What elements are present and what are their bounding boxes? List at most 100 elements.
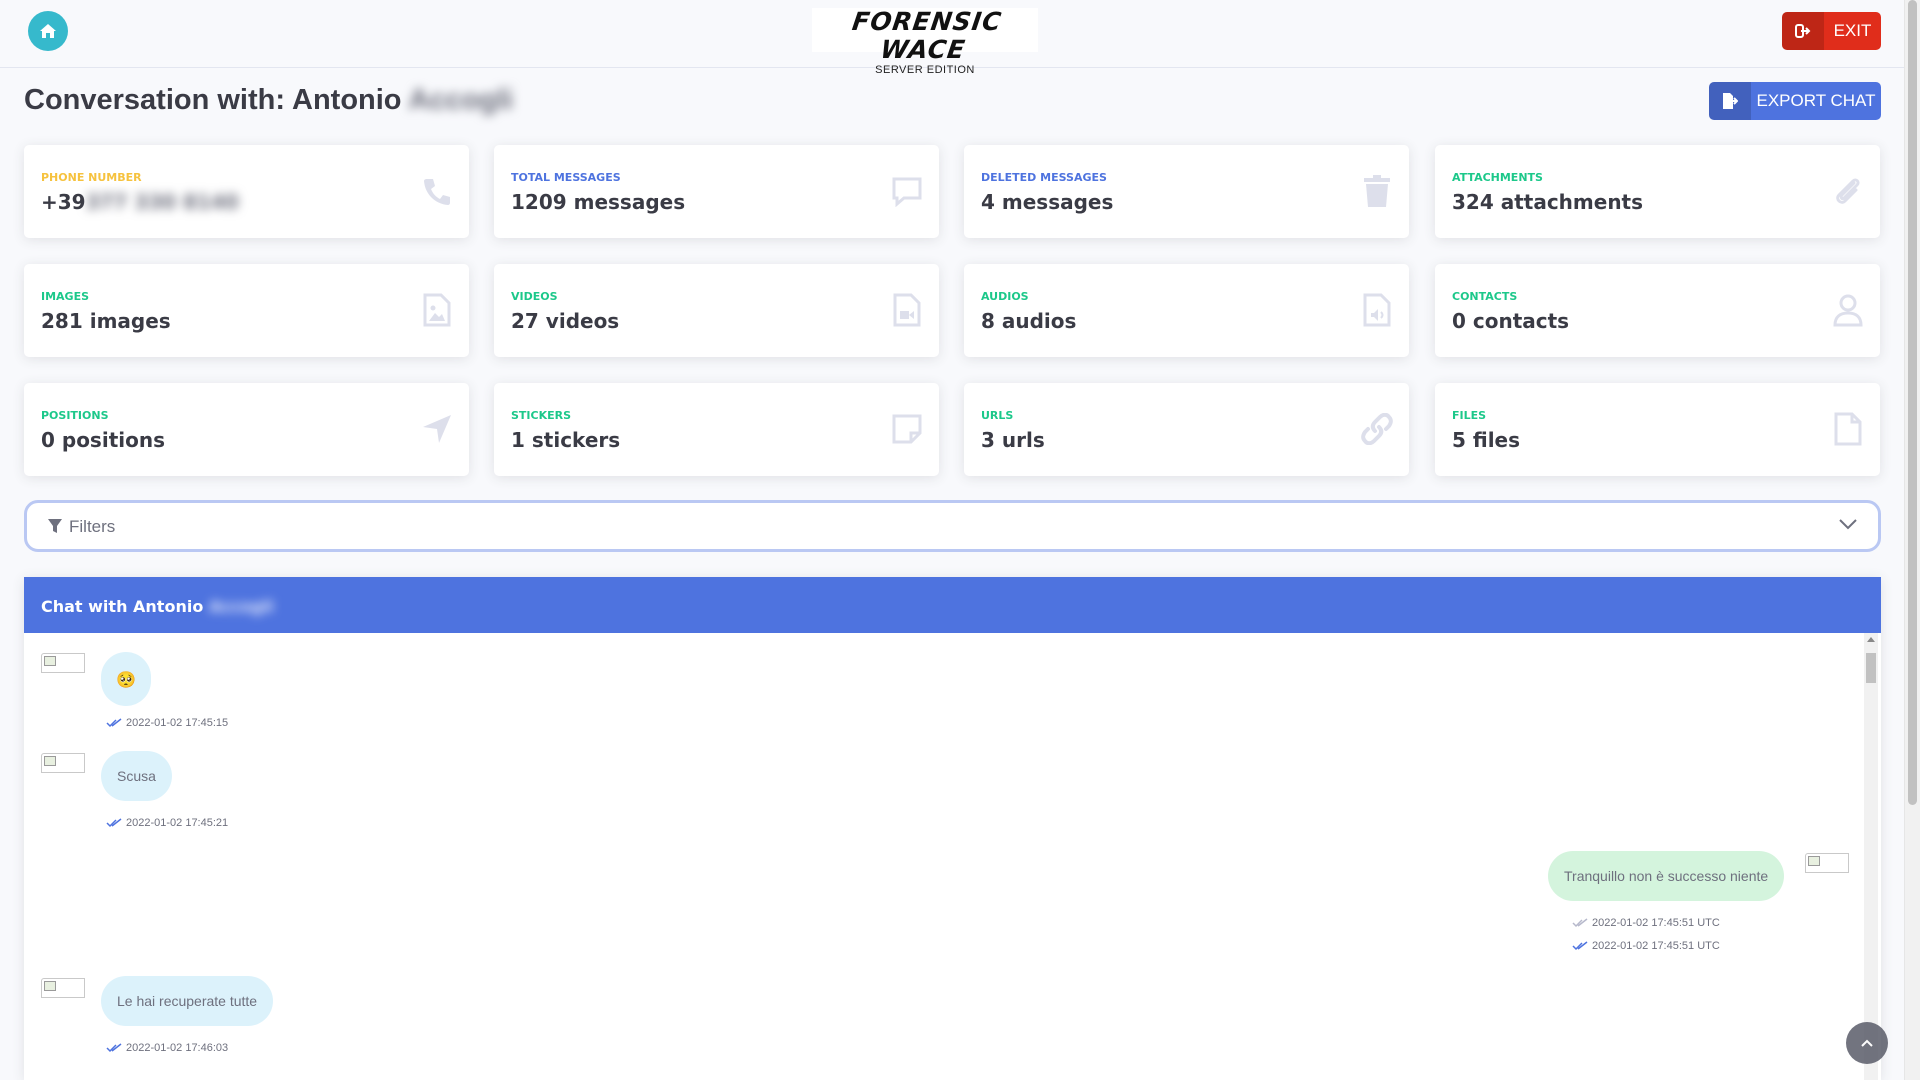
- avatar: [41, 653, 85, 673]
- location-arrow-icon: [419, 411, 455, 447]
- stat-card-attachments: ATTACHMENTS 324 attachments: [1435, 145, 1880, 238]
- stat-title: POSITIONS: [41, 409, 109, 422]
- link-icon: [1359, 411, 1395, 447]
- logo-title: FORENSIC WACE: [850, 7, 1004, 64]
- stat-value: 1 stickers: [511, 428, 621, 452]
- stat-value: 0 positions: [41, 428, 165, 452]
- stat-card-audios: AUDIOS 8 audios: [964, 264, 1409, 357]
- app-logo: FORENSIC WACE SERVER EDITION: [812, 7, 1038, 76]
- message-time: 2022-01-02 17:45:21: [126, 817, 229, 829]
- message-meta: 2022-01-02 17:45:51 UTC: [1572, 917, 1720, 929]
- message-bubble-incoming: Le hai recuperate tutte: [101, 976, 274, 1026]
- file-image-icon: [419, 292, 455, 328]
- stat-card-files: FILES 5 files: [1435, 383, 1880, 476]
- stat-value: 1209 messages: [511, 190, 686, 214]
- message-time: 2022-01-02 17:45:51 UTC: [1592, 940, 1720, 952]
- sign-out-icon: [1782, 12, 1824, 50]
- contact-last-name-redacted: Accogli: [408, 84, 514, 116]
- message-meta: 2022-01-02 17:45:15: [106, 717, 228, 729]
- chat-panel: Chat with Antonio Accogli 🥺 2022-01-02 1…: [24, 577, 1881, 1080]
- scroll-to-top-button[interactable]: [1846, 1022, 1888, 1064]
- file-audio-icon: [1359, 292, 1395, 328]
- page-title-prefix: Conversation with:: [24, 84, 286, 116]
- top-navbar: FORENSIC WACE SERVER EDITION EXIT: [0, 0, 1904, 76]
- filters-collapsible[interactable]: Filters: [24, 500, 1881, 552]
- message-bubble-incoming: 🥺: [101, 652, 151, 706]
- home-button[interactable]: [28, 11, 68, 51]
- stat-value: 281 images: [41, 309, 171, 333]
- stat-card-images: IMAGES 281 images: [24, 264, 469, 357]
- stat-title: AUDIOS: [981, 290, 1029, 303]
- message-meta: 2022-01-02 17:45:21: [106, 817, 228, 829]
- stat-title: CONTACTS: [1452, 290, 1518, 303]
- message-bubble-outgoing: Tranquillo non è successo niente: [1548, 851, 1785, 901]
- export-chat-button[interactable]: EXPORT CHAT: [1709, 82, 1881, 120]
- chat-scrollbar[interactable]: [1864, 633, 1878, 1080]
- sticky-note-icon: [889, 411, 925, 447]
- page-scrollbar-thumb[interactable]: [1908, 0, 1917, 805]
- stat-title: ATTACHMENTS: [1452, 171, 1543, 184]
- avatar: [41, 753, 85, 773]
- stat-value: 4 messages: [981, 190, 1114, 214]
- file-video-icon: [889, 292, 925, 328]
- double-check-icon: [106, 818, 122, 828]
- stat-title: FILES: [1452, 409, 1487, 422]
- stat-title: STICKERS: [511, 409, 572, 422]
- stat-title: URLS: [981, 409, 1014, 422]
- stat-value: 5 files: [1452, 428, 1521, 452]
- message-meta: 2022-01-02 17:46:03: [106, 1042, 228, 1054]
- stat-value: 3 urls: [981, 428, 1045, 452]
- message-bubble-incoming: Scusa: [101, 751, 172, 801]
- stat-title: TOTAL MESSAGES: [511, 171, 621, 184]
- message-meta: 2022-01-02 17:45:51 UTC: [1572, 940, 1720, 952]
- stat-value: +39377 330 8140: [41, 190, 239, 214]
- exit-button[interactable]: EXIT: [1782, 12, 1881, 50]
- emoji-text: 🥺: [116, 669, 136, 689]
- stat-title: DELETED MESSAGES: [981, 171, 1107, 184]
- chat-header: Chat with Antonio Accogli: [24, 577, 1881, 633]
- stat-card-contacts: CONTACTS 0 contacts: [1435, 264, 1880, 357]
- double-check-icon: [106, 1043, 122, 1053]
- phone-redacted: 377 330 8140: [85, 190, 239, 214]
- message-time: 2022-01-02 17:45:51 UTC: [1592, 917, 1720, 929]
- filters-label: Filters: [69, 517, 116, 536]
- filter-icon: [48, 519, 62, 533]
- comment-icon: [889, 173, 925, 209]
- contact-first-name: Antonio: [292, 84, 402, 116]
- double-check-icon: [106, 718, 122, 728]
- stat-card-total-messages: TOTAL MESSAGES 1209 messages: [494, 145, 939, 238]
- double-check-icon: [1572, 941, 1588, 951]
- stat-card-deleted-messages: DELETED MESSAGES 4 messages: [964, 145, 1409, 238]
- stat-card-positions: POSITIONS 0 positions: [24, 383, 469, 476]
- file-icon: [1830, 411, 1866, 447]
- stat-title: PHONE NUMBER: [41, 171, 142, 184]
- paperclip-icon: [1830, 173, 1866, 209]
- scroll-up-arrow-icon[interactable]: [1867, 637, 1875, 642]
- chat-header-redacted: Accogli: [208, 597, 274, 616]
- stat-card-phone: PHONE NUMBER +39377 330 8140: [24, 145, 469, 238]
- trash-icon: [1359, 173, 1395, 209]
- chat-scrollbar-thumb[interactable]: [1866, 653, 1876, 683]
- message-time: 2022-01-02 17:45:15: [126, 717, 229, 729]
- chevron-down-icon[interactable]: [1838, 517, 1858, 531]
- chat-messages[interactable]: 🥺 2022-01-02 17:45:15 Scusa 2022-01-02 1…: [24, 633, 1881, 1080]
- chat-header-title: Chat with Antonio: [41, 597, 204, 616]
- home-icon: [40, 24, 56, 38]
- page-scrollbar[interactable]: [1904, 0, 1920, 1080]
- file-export-icon: [1709, 82, 1751, 120]
- stat-value: 8 audios: [981, 309, 1077, 333]
- stat-title: IMAGES: [41, 290, 90, 303]
- message-time: 2022-01-02 17:46:03: [126, 1042, 229, 1054]
- phone-icon: [419, 173, 455, 209]
- stat-card-videos: VIDEOS 27 videos: [494, 264, 939, 357]
- user-icon: [1830, 292, 1866, 328]
- stat-value: 324 attachments: [1452, 190, 1644, 214]
- page-title: Conversation with: Antonio Accogli: [24, 84, 513, 117]
- double-check-icon: [1572, 918, 1588, 928]
- avatar: [41, 978, 85, 998]
- stat-card-urls: URLS 3 urls: [964, 383, 1409, 476]
- stat-title: VIDEOS: [511, 290, 558, 303]
- phone-prefix: +39: [41, 190, 86, 214]
- stat-card-stickers: STICKERS 1 stickers: [494, 383, 939, 476]
- chevron-up-icon: [1861, 1039, 1873, 1047]
